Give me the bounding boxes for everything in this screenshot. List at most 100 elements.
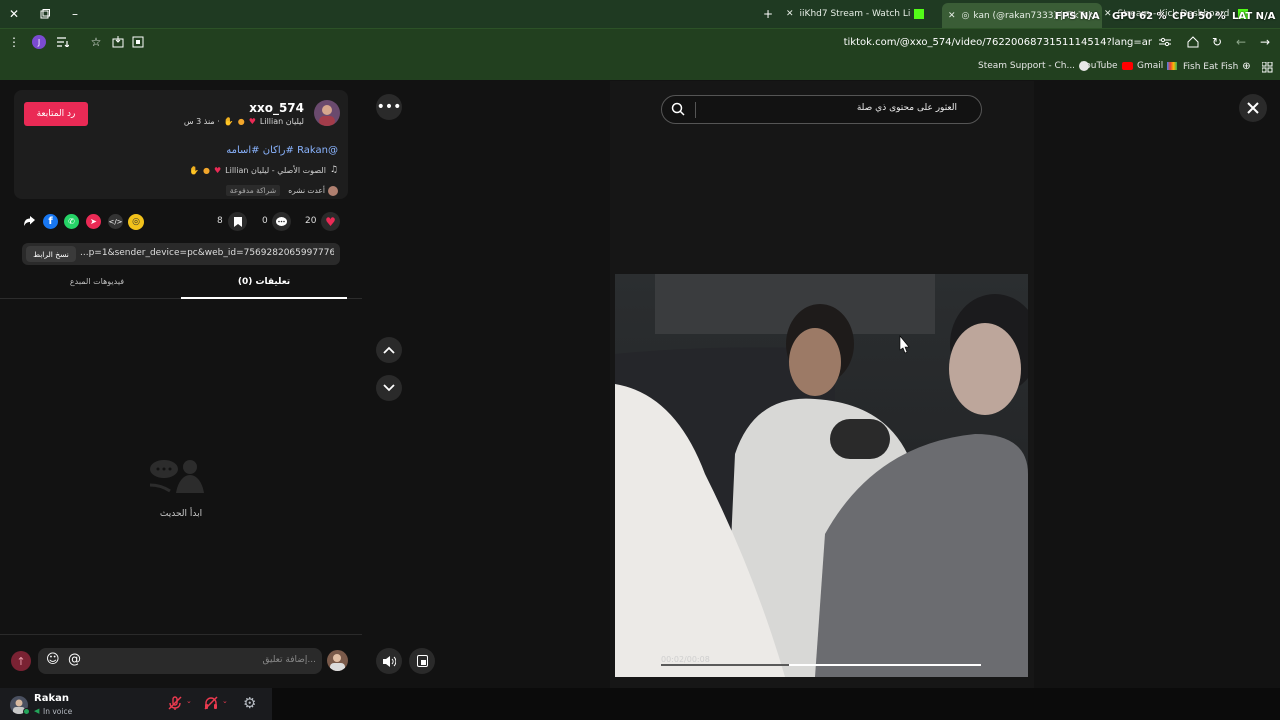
active-tab-indicator bbox=[181, 297, 347, 299]
post-details-panel: رد المتابعة xxo_574 ليليان Lillian ♥ ● ✋… bbox=[0, 81, 362, 688]
search-icon[interactable] bbox=[671, 102, 685, 116]
sound-text: الصوت الأصلي - ليليان Lillian bbox=[225, 165, 326, 175]
repost-avatar-icon bbox=[328, 185, 338, 196]
reading-list-icon[interactable] bbox=[55, 34, 71, 50]
video-link-text[interactable]: ...p=1&sender_device=pc&web_id=756928206… bbox=[80, 248, 334, 258]
hud-gpu-value: 62 % bbox=[1139, 11, 1167, 22]
avatar[interactable] bbox=[314, 100, 340, 126]
tab-close-icon[interactable]: ✕ bbox=[1104, 9, 1112, 19]
menu-dots-icon[interactable]: ⋮ bbox=[6, 34, 22, 50]
caption-mention[interactable]: @Rakan bbox=[297, 145, 338, 156]
facebook-share-icon[interactable]: f bbox=[43, 214, 58, 229]
tab-comments[interactable]: (0) تعليقات bbox=[181, 277, 347, 299]
heart-icon: ♥ bbox=[325, 214, 336, 229]
save-button[interactable] bbox=[228, 212, 247, 231]
voice-status-bar: Rakan ◀ In voice ⌄ ⌄ ⚙ bbox=[0, 688, 1280, 720]
extensions-icon[interactable] bbox=[130, 34, 146, 50]
bookmark-label: Gmail bbox=[1137, 61, 1164, 71]
download-icon[interactable] bbox=[110, 34, 126, 50]
close-icon bbox=[1247, 102, 1259, 114]
like-button[interactable]: ♥ bbox=[321, 212, 340, 231]
copy-link-label: نسخ الرابط bbox=[33, 249, 69, 259]
back-icon[interactable]: → bbox=[1257, 34, 1273, 50]
hud-lat-value: N/A bbox=[1255, 11, 1276, 22]
search-divider bbox=[695, 102, 696, 118]
my-avatar bbox=[327, 650, 348, 671]
headset-muted-icon[interactable] bbox=[204, 696, 218, 710]
tab-close-icon[interactable]: ✕ bbox=[948, 11, 956, 21]
home-icon[interactable] bbox=[1185, 34, 1201, 50]
mini-player-button[interactable] bbox=[409, 648, 435, 674]
hud-fps-value: N/A bbox=[1079, 11, 1100, 22]
volume-button[interactable] bbox=[376, 648, 402, 674]
send-to-friend-icon[interactable]: ➤ bbox=[86, 214, 101, 229]
user-panel: Rakan ◀ In voice ⌄ ⌄ ⚙ bbox=[0, 688, 272, 720]
more-options-button[interactable]: ••• bbox=[376, 94, 402, 120]
caption-hashtags[interactable]: #راكان #اسامه bbox=[226, 145, 294, 156]
coin-gift-icon[interactable]: ◎ bbox=[128, 214, 144, 230]
link-box: نسخ الرابط ...p=1&sender_device=pc&web_i… bbox=[22, 243, 340, 265]
follow-back-button[interactable]: رد المتابعة bbox=[24, 102, 88, 126]
next-video-button[interactable] bbox=[376, 375, 402, 401]
bookmark-label: YouTube bbox=[1081, 61, 1118, 71]
apps-grid-icon[interactable] bbox=[1262, 62, 1273, 73]
chevron-down-icon[interactable]: ⌄ bbox=[222, 697, 228, 705]
comment-input[interactable]: ☺ @ إضافة تعليق... bbox=[38, 648, 322, 674]
video-progress-track[interactable] bbox=[661, 664, 981, 666]
copy-link-button[interactable]: نسخ الرابط bbox=[26, 246, 76, 262]
embed-code-icon[interactable]: </> bbox=[108, 214, 123, 229]
bookmark-icon bbox=[233, 216, 242, 227]
gear-icon[interactable]: ⚙ bbox=[243, 694, 256, 712]
tab-close-icon[interactable]: ✕ bbox=[786, 9, 794, 19]
video-player[interactable]: 00:02/00:08 bbox=[615, 274, 1028, 677]
tab-label: iiKhd7 Stream - Watch Live on bbox=[799, 9, 910, 19]
mention-icon[interactable]: @ bbox=[68, 652, 81, 667]
hud-lat: LAT N/A bbox=[1232, 11, 1275, 22]
post-username[interactable]: xxo_574 bbox=[249, 101, 304, 115]
bookmark-youtube[interactable]: YouTube bbox=[1081, 61, 1133, 71]
heart-emoji-icon: ♥ bbox=[213, 165, 222, 175]
sound-row[interactable]: ♫ الصوت الأصلي - ليليان Lillian ♥ ● ✋ bbox=[189, 165, 338, 175]
comment-bubble-icon bbox=[276, 216, 287, 226]
search-input[interactable]: العثور على محتوى ذي صلة bbox=[661, 95, 982, 124]
new-tab-icon[interactable]: + bbox=[760, 6, 776, 22]
video-progress-fill bbox=[789, 664, 981, 666]
post-meta: ليليان Lillian ♥ ● ✋ · منذ 3 س bbox=[184, 117, 304, 126]
window-restore-icon[interactable] bbox=[37, 6, 53, 22]
hud-cpu-value: 50 % bbox=[1198, 11, 1226, 22]
display-name: ليليان Lillian bbox=[259, 117, 304, 126]
share-icon[interactable] bbox=[24, 215, 36, 227]
chevron-down-icon[interactable]: ⌄ bbox=[186, 697, 192, 705]
bookmark-steam[interactable]: Steam Support - Ch... bbox=[978, 61, 1090, 71]
tab-creator-videos[interactable]: فيديوهات المبدع bbox=[14, 277, 180, 299]
emoji-icon[interactable]: ☺ bbox=[46, 652, 60, 667]
url-text[interactable]: tiktok.com/@xxo_574/video/76220068731511… bbox=[820, 37, 1152, 48]
profile-avatar[interactable]: J bbox=[32, 35, 46, 49]
close-video-button[interactable] bbox=[1239, 94, 1267, 122]
comment-button[interactable] bbox=[272, 212, 291, 231]
bookmark-star-icon[interactable]: ☆ bbox=[88, 34, 104, 50]
bookmark-fish[interactable]: Fish Eat Fish ⊕ bbox=[1183, 61, 1251, 72]
mini-player-icon bbox=[416, 655, 428, 667]
bookmark-gmail[interactable]: Gmail bbox=[1137, 61, 1178, 71]
profile-initial: J bbox=[37, 37, 41, 47]
mic-muted-icon[interactable] bbox=[168, 696, 182, 710]
voice-signal-icon: ◀ bbox=[34, 707, 40, 715]
previous-video-button[interactable] bbox=[376, 337, 402, 363]
browser-tab-bar: ✕ – + ✕ iiKhd7 Stream - Watch Live on ✕ … bbox=[0, 0, 1280, 28]
chevron-down-icon bbox=[383, 384, 395, 392]
whatsapp-share-icon[interactable]: ✆ bbox=[64, 214, 79, 229]
send-comment-button[interactable]: ↑ bbox=[11, 651, 31, 671]
hud-gpu: GPU 62 % bbox=[1112, 11, 1167, 22]
video-frame-image bbox=[615, 274, 1028, 677]
site-settings-icon[interactable] bbox=[1157, 34, 1173, 50]
window-minimize-icon[interactable]: – bbox=[67, 6, 83, 22]
youtube-icon bbox=[1121, 62, 1133, 70]
window-close-icon[interactable]: ✕ bbox=[6, 6, 22, 22]
more-dots-icon: ••• bbox=[376, 99, 402, 115]
forward-icon[interactable]: ← bbox=[1233, 34, 1249, 50]
online-status-dot bbox=[23, 708, 30, 715]
video-nav-column: ••• bbox=[362, 81, 610, 688]
reload-icon[interactable]: ↻ bbox=[1209, 34, 1225, 50]
tab-kick-stream[interactable]: ✕ iiKhd7 Stream - Watch Live on bbox=[786, 4, 938, 24]
